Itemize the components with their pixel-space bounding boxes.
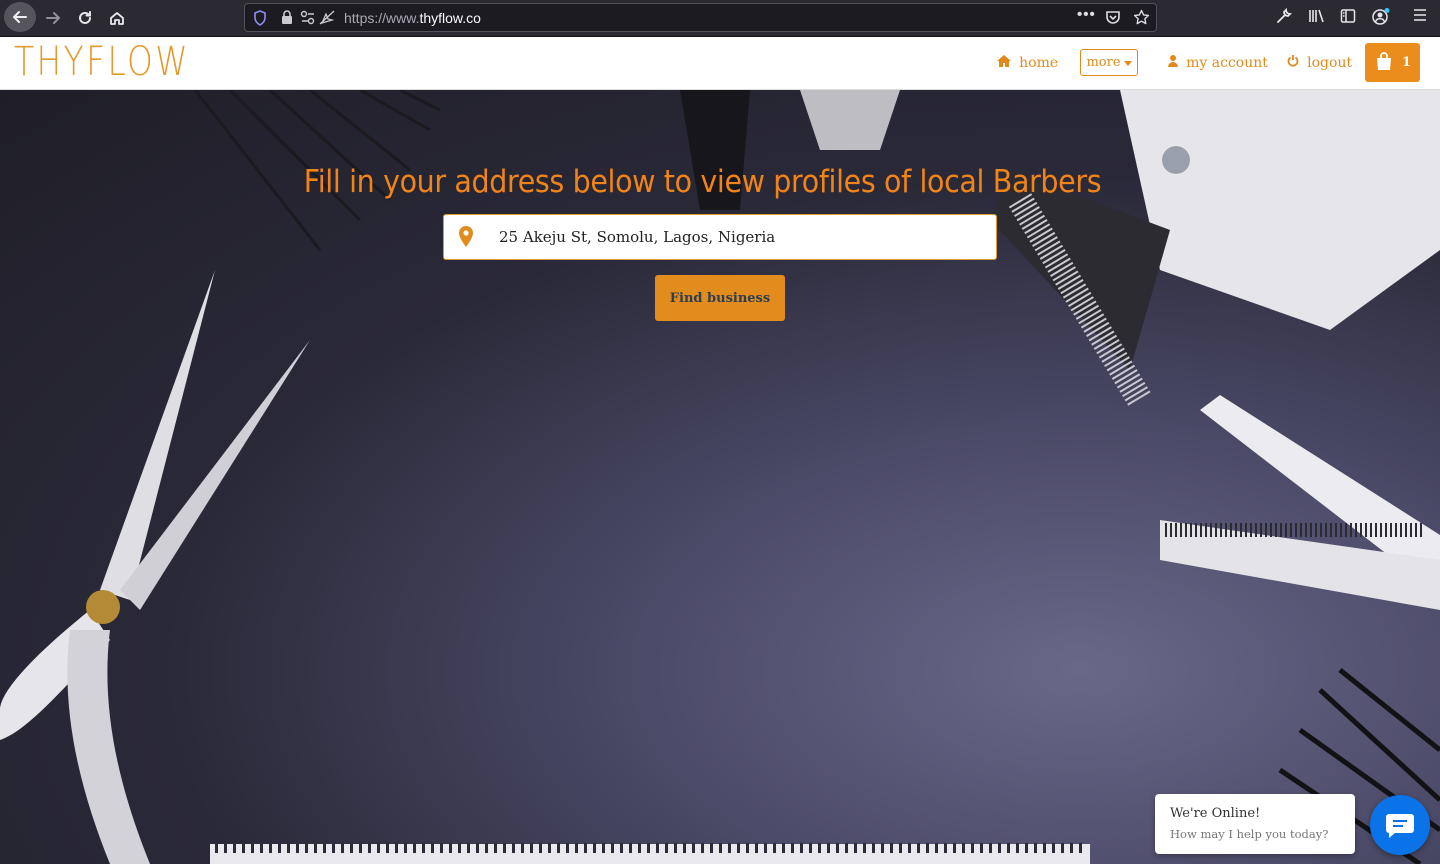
cart-count: 1	[1401, 55, 1412, 70]
wrench-icon[interactable]	[1276, 7, 1293, 28]
caret-down-icon	[1123, 55, 1132, 70]
library-icon[interactable]	[1308, 8, 1326, 28]
chat-icon	[1386, 814, 1414, 838]
power-icon	[1287, 55, 1303, 71]
cart-button[interactable]: 1	[1365, 43, 1420, 82]
forward-button[interactable]	[38, 4, 68, 32]
site-header: THYFLOW home more my account logout 1	[0, 37, 1440, 90]
star-icon[interactable]	[1133, 9, 1150, 30]
reload-button[interactable]	[70, 4, 100, 32]
back-button[interactable]	[4, 2, 36, 32]
url-prefix: https://www.	[344, 10, 420, 26]
chat-status-text: We're Online!	[1170, 806, 1261, 821]
permissions-icon[interactable]	[300, 10, 336, 29]
url-domain: thyflow.co	[419, 10, 481, 26]
browser-toolbar: https://www.thyflow.co •••	[0, 0, 1440, 37]
chat-greeting-bubble[interactable]: We're Online! How may I help you today?	[1155, 794, 1355, 854]
nav-logout-label: logout	[1307, 55, 1353, 71]
chat-launcher-button[interactable]	[1370, 795, 1430, 855]
map-marker-icon	[458, 226, 474, 253]
hero-title: Fill in your address below to view profi…	[303, 164, 1102, 200]
pocket-icon[interactable]	[1105, 9, 1121, 29]
barber-tools-background-image	[0, 90, 1440, 864]
user-icon	[1168, 55, 1182, 71]
chat-prompt-text: How may I help you today?	[1170, 827, 1329, 841]
address-bar[interactable]: https://www.thyflow.co •••	[244, 3, 1157, 32]
nav-home[interactable]: home	[997, 55, 1058, 71]
nav-home-label: home	[1019, 55, 1059, 71]
scissors-image	[0, 270, 310, 864]
logo[interactable]: THYFLOW	[14, 42, 190, 82]
more-label: more	[1086, 55, 1121, 70]
more-dots-icon[interactable]: •••	[1077, 6, 1096, 23]
address-search-box[interactable]	[443, 214, 997, 260]
nav-my-account-label: my account	[1186, 55, 1268, 71]
arrow-right-icon	[46, 12, 60, 24]
hamburger-icon[interactable]	[1412, 8, 1428, 26]
hero-section: Fill in your address below to view profi…	[0, 90, 1440, 864]
lock-icon[interactable]	[281, 10, 293, 29]
address-input[interactable]	[499, 224, 979, 250]
shield-icon[interactable]	[253, 10, 267, 30]
url-text[interactable]: https://www.thyflow.co	[344, 10, 481, 26]
nav-logout[interactable]: logout	[1287, 55, 1352, 71]
home-icon	[110, 12, 124, 25]
arrow-left-icon	[13, 11, 27, 23]
thinning-shears-image	[1160, 395, 1440, 610]
more-dropdown-button[interactable]: more	[1080, 49, 1138, 76]
shopping-bag-icon	[1374, 51, 1394, 75]
account-icon[interactable]	[1372, 8, 1390, 30]
reload-icon	[79, 11, 91, 24]
home-button[interactable]	[102, 4, 132, 32]
sidebar-icon[interactable]	[1340, 8, 1356, 28]
nav-my-account[interactable]: my account	[1168, 55, 1268, 71]
hair-clipper-image	[990, 90, 1440, 407]
home-icon	[997, 55, 1015, 71]
find-business-button[interactable]: Find business	[655, 275, 785, 321]
